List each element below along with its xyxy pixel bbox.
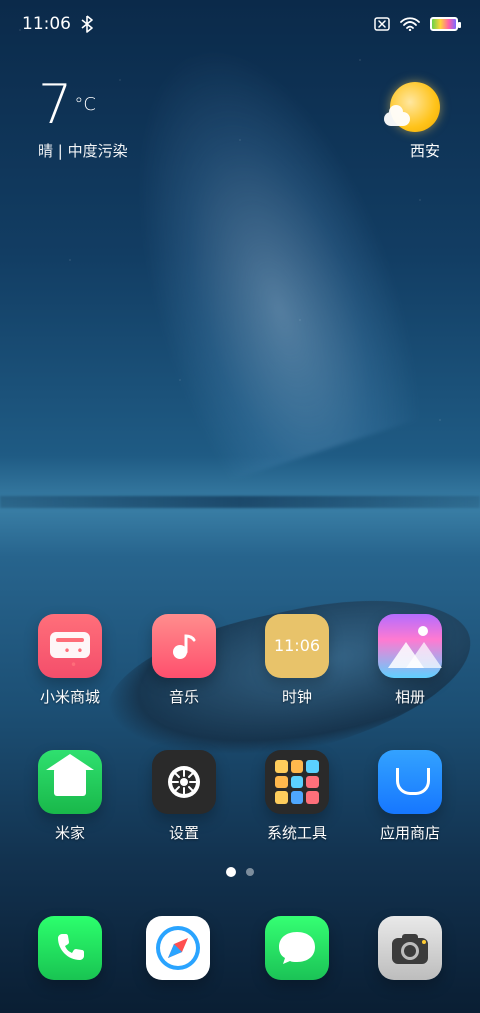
- gear-icon: [168, 766, 200, 798]
- shopping-bag-icon: [396, 768, 430, 795]
- mall-card-glyph: [50, 632, 90, 672]
- app-mi-home[interactable]: 米家: [30, 750, 110, 843]
- app-gallery[interactable]: 相册: [370, 614, 450, 707]
- wallpaper-horizon: [0, 496, 480, 508]
- gallery-icon: [378, 614, 442, 678]
- tool-tile-icon: [306, 760, 319, 773]
- mi-home-icon: [38, 750, 102, 814]
- clock-time: 11:06: [273, 636, 321, 655]
- app-label: 音乐: [168, 688, 199, 706]
- battery-icon: [430, 17, 461, 31]
- camera-icon: [392, 934, 428, 964]
- bluetooth-icon: [81, 15, 93, 33]
- tool-tile-icon: [290, 791, 304, 804]
- tool-tile-icon: [306, 791, 319, 804]
- app-xiaomi-mall[interactable]: 小米商城: [30, 614, 110, 707]
- dock-camera[interactable]: [378, 916, 442, 980]
- app-store-icon: [378, 750, 442, 814]
- no-sim-icon: [374, 17, 390, 31]
- compass-icon: [156, 926, 200, 970]
- app-clock[interactable]: 11:06 时钟: [257, 614, 337, 707]
- app-label: 设置: [168, 824, 199, 842]
- app-music[interactable]: 音乐: [144, 614, 224, 707]
- app-app-store[interactable]: 应用商店: [370, 750, 450, 843]
- page-dot-active[interactable]: [226, 867, 236, 877]
- app-label: 相册: [394, 688, 425, 706]
- weather-widget[interactable]: 7 °C 晴 | 中度污染: [38, 78, 238, 168]
- app-label: 小米商城: [39, 688, 100, 706]
- tool-tile-icon: [275, 791, 288, 804]
- tools-grid: [275, 760, 319, 804]
- app-settings[interactable]: 设置: [144, 750, 224, 843]
- tool-tile-icon: [290, 760, 304, 773]
- weather-condition: 晴 | 中度污染: [38, 142, 128, 160]
- status-time: 11:06: [22, 14, 71, 34]
- system-tools-icon: [265, 750, 329, 814]
- tool-tile-icon: [275, 775, 288, 789]
- phone-icon: [58, 934, 84, 960]
- app-label: 系统工具: [266, 824, 327, 842]
- tool-tile-icon: [290, 775, 304, 789]
- page-dot[interactable]: [246, 868, 254, 876]
- temperature-unit: °C: [74, 94, 96, 115]
- app-system-tools[interactable]: 系统工具: [257, 750, 337, 843]
- gallery-sun-icon: [418, 626, 428, 636]
- status-right: [374, 17, 461, 31]
- house-icon: [46, 754, 94, 796]
- wifi-icon: [400, 17, 420, 31]
- temperature-value: 7: [38, 73, 73, 136]
- dock-browser[interactable]: [146, 916, 210, 980]
- clock-icon: 11:06: [265, 614, 329, 678]
- tool-tile-icon: [275, 760, 288, 773]
- page-indicator: [0, 867, 480, 877]
- gallery-mountain-icon: [406, 642, 442, 668]
- music-icon: [152, 614, 216, 678]
- music-note-icon: [173, 634, 196, 659]
- cloud-icon: [384, 105, 410, 126]
- temperature: 7 °C: [38, 78, 238, 132]
- status-left: 11:06: [22, 14, 93, 34]
- xiaomi-mall-icon: [38, 614, 102, 678]
- app-label: 时钟: [281, 688, 312, 706]
- message-bubble-icon: [279, 932, 315, 964]
- weather-city: 西安: [409, 142, 440, 160]
- tool-tile-icon: [306, 775, 319, 789]
- settings-icon: [152, 750, 216, 814]
- app-label: 米家: [54, 824, 85, 842]
- dock-messages[interactable]: [265, 916, 329, 980]
- app-label: 应用商店: [379, 824, 440, 842]
- status-bar: 11:06: [0, 0, 480, 48]
- dock-phone[interactable]: [38, 916, 102, 980]
